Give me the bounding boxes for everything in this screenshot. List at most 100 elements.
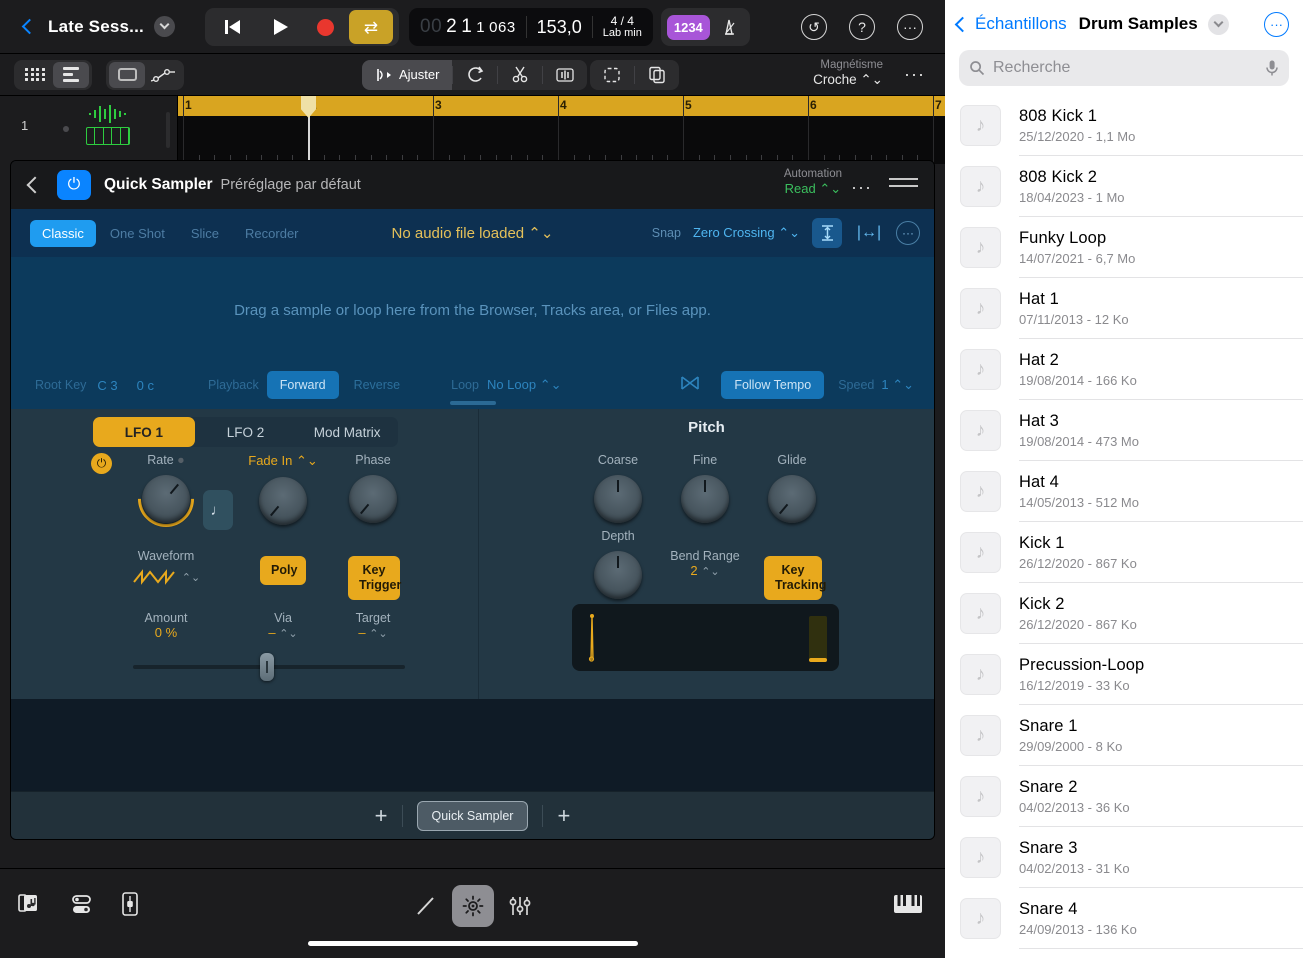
follow-tempo-button[interactable]: Follow Tempo	[721, 371, 824, 399]
root-key-value[interactable]: C 3	[97, 378, 117, 393]
track-record-dot[interactable]	[63, 126, 69, 132]
toolbar-more-button[interactable]: ···	[904, 64, 925, 85]
plugin-more-button[interactable]: ···	[851, 177, 872, 198]
files-chevron-down-icon[interactable]	[1208, 14, 1229, 35]
marquee-tool-button[interactable]	[590, 60, 634, 90]
timeline-ruler[interactable]: 1234567	[178, 96, 945, 164]
release-handle[interactable]	[809, 616, 827, 662]
depth-knob[interactable]	[594, 551, 642, 599]
signature-display[interactable]: 4 / 4 Lab min	[603, 15, 642, 39]
footer-quick-sampler-button[interactable]: Quick Sampler	[417, 801, 529, 831]
playback-forward-button[interactable]: Forward	[267, 371, 339, 399]
tempo-display[interactable]: 153,0	[537, 17, 582, 38]
mode-slice[interactable]: Slice	[179, 220, 231, 247]
duplicate-button[interactable]	[635, 60, 679, 90]
list-item[interactable]: ♪Snare 204/02/2013 - 36 Ko	[945, 766, 1303, 827]
glide-knob[interactable]	[768, 475, 816, 523]
track-header[interactable]: 1	[0, 96, 178, 164]
phase-knob[interactable]	[349, 475, 397, 523]
browser-grid-button[interactable]	[17, 62, 53, 88]
files-back-label[interactable]: Échantillons	[975, 14, 1067, 34]
list-item[interactable]: ♪Funky Loop14/07/2021 - 6,7 Mo	[945, 217, 1303, 278]
amount-control[interactable]: Amount 0 %	[128, 611, 204, 640]
files-more-button[interactable]: ···	[1264, 12, 1289, 37]
file-list[interactable]: ♪808 Kick 125/12/2020 - 1,1 Mo♪808 Kick …	[945, 95, 1303, 958]
slider-thumb[interactable]	[260, 653, 274, 681]
bend-range-control[interactable]: Bend Range 2 ⌃⌄	[657, 549, 753, 578]
track-level-strip[interactable]	[166, 112, 170, 148]
search-input[interactable]: Recherche	[993, 59, 1257, 77]
snap-control[interactable]: Magnétisme Croche ⌃⌄	[813, 58, 883, 89]
crossfade-button[interactable]	[679, 374, 701, 397]
key-tracking-button[interactable]: Key Tracking	[764, 556, 822, 600]
tab-lfo-2[interactable]: LFO 2	[195, 417, 297, 447]
record-button[interactable]	[303, 10, 347, 44]
list-item[interactable]: ♪Precussion-Loop16/12/2019 - 33 Ko	[945, 644, 1303, 705]
waveform-control[interactable]: Waveform ⌃⌄	[128, 549, 204, 586]
tab-mod-matrix[interactable]: Mod Matrix	[296, 417, 398, 447]
glide-control[interactable]: Glide	[754, 453, 830, 523]
list-item[interactable]: ♪Snare 424/09/2013 - 136 Ko	[945, 888, 1303, 949]
home-indicator[interactable]	[308, 941, 638, 946]
play-button[interactable]	[257, 10, 301, 44]
channel-strip-icon[interactable]	[120, 891, 140, 917]
resize-handle[interactable]	[450, 401, 496, 405]
rate-control[interactable]: Rate ●	[128, 453, 204, 523]
loop-tool-button[interactable]	[453, 60, 497, 90]
rate-note-button[interactable]: ♩	[203, 490, 233, 530]
plugin-power-button[interactable]: ⏻	[57, 170, 91, 200]
fine-knob[interactable]	[681, 475, 729, 523]
list-item[interactable]: ♪Hat 414/05/2013 - 512 Mo	[945, 461, 1303, 522]
phase-control[interactable]: Phase	[335, 453, 411, 523]
sampler-more-button[interactable]: ···	[896, 221, 920, 245]
key-trigger-button[interactable]: Key Trigger	[348, 556, 400, 600]
list-item[interactable]: ♪Snare 129/09/2000 - 8 Ko	[945, 705, 1303, 766]
list-item[interactable]: ♪Kick 226/12/2020 - 867 Ko	[945, 583, 1303, 644]
root-cents-value[interactable]: 0 c	[137, 378, 154, 393]
depth-control[interactable]: Depth	[580, 529, 656, 599]
add-plugin-right-button[interactable]: +	[557, 805, 570, 827]
list-item[interactable]: ♪Snare 304/02/2013 - 31 Ko	[945, 827, 1303, 888]
horizontal-zoom-button[interactable]: |↔|	[854, 218, 884, 248]
back-button[interactable]	[14, 14, 40, 40]
plugin-preset[interactable]: Préréglage par défaut	[221, 177, 361, 193]
playback-reverse-button[interactable]: Reverse	[341, 371, 414, 399]
via-control[interactable]: Via – ⌃⌄	[245, 611, 321, 640]
fade-in-control[interactable]: Fade In ⌃⌄	[245, 453, 321, 525]
playhead[interactable]	[308, 96, 310, 164]
lcd-display[interactable]: 00 2 1 1 063 153,0 4 / 4 Lab min	[409, 8, 653, 46]
mixer-icon[interactable]	[70, 892, 94, 916]
automation-button[interactable]	[145, 62, 181, 88]
speed-value[interactable]: 1 ⌃⌄	[881, 377, 914, 393]
scissors-tool-button[interactable]	[498, 60, 542, 90]
rewind-button[interactable]	[211, 10, 255, 44]
add-plugin-left-button[interactable]: +	[375, 805, 388, 827]
amount-slider[interactable]	[133, 661, 405, 673]
plugin-menu-button[interactable]	[889, 178, 918, 192]
list-item[interactable]: ♪Hat 219/08/2014 - 166 Ko	[945, 339, 1303, 400]
help-button[interactable]: ?	[849, 14, 875, 40]
mode-recorder[interactable]: Recorder	[233, 220, 310, 247]
pencil-icon[interactable]	[414, 894, 438, 918]
split-tool-button[interactable]	[543, 60, 587, 90]
rate-knob[interactable]	[142, 475, 190, 523]
sample-dropzone[interactable]: Drag a sample or loop here from the Brow…	[11, 257, 934, 409]
automation-control[interactable]: Automation Read ⌃⌄	[784, 167, 842, 198]
coarse-control[interactable]: Coarse	[580, 453, 656, 523]
tab-lfo-1[interactable]: LFO 1	[93, 417, 195, 447]
list-view-button[interactable]	[53, 62, 89, 88]
adjust-button[interactable]: Ajuster	[362, 60, 452, 90]
project-name[interactable]: Late Sess...	[48, 17, 144, 37]
library-icon[interactable]	[18, 892, 44, 916]
fine-control[interactable]: Fine	[667, 453, 743, 523]
metronome-button[interactable]	[714, 14, 744, 40]
plugin-back-button[interactable]	[27, 177, 44, 194]
undo-button[interactable]: ↺	[801, 14, 827, 40]
more-button[interactable]: ···	[897, 14, 923, 40]
mode-one-shot[interactable]: One Shot	[98, 220, 177, 247]
list-item[interactable]: ♪Hat 107/11/2013 - 12 Ko	[945, 278, 1303, 339]
sampler-snap-value[interactable]: Zero Crossing ⌃⌄	[693, 225, 800, 241]
waveform-stepper-icon[interactable]: ⌃⌄	[182, 571, 200, 584]
list-item[interactable]: ♪808 Kick 125/12/2020 - 1,1 Mo	[945, 95, 1303, 156]
position-display[interactable]: 00 2 1 1 063	[420, 16, 516, 38]
